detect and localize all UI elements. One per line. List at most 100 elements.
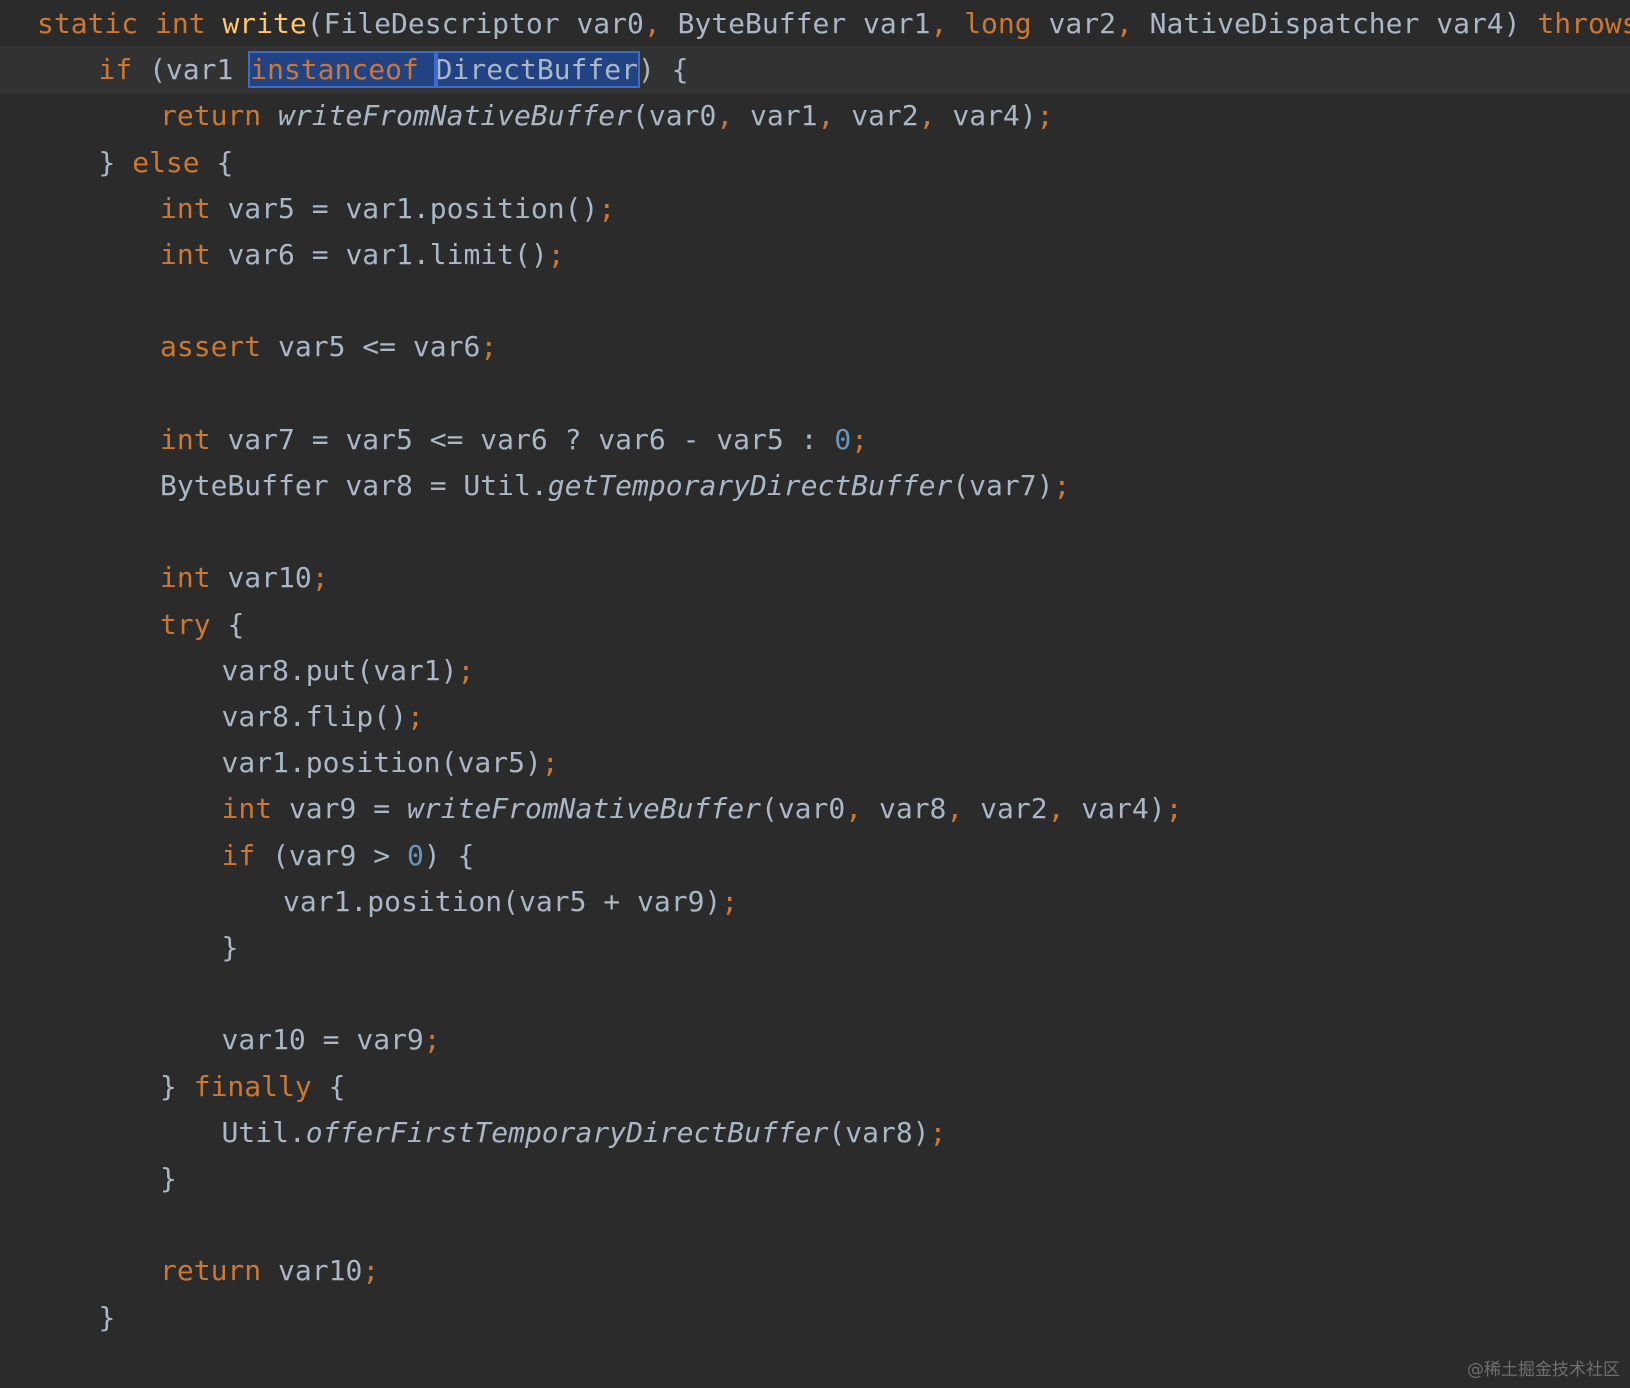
code-token: var7 = var5 <= var6 ? var6 - var5 : [227,422,835,456]
code-token: ; [541,746,559,780]
code-line[interactable]: if (var1 instanceof DirectBuffer) { [0,46,1630,95]
code-token: , [946,792,981,826]
code-line[interactable]: } [0,1155,1630,1203]
code-token: { [227,607,245,641]
code-token: assert [160,330,279,364]
code-token: } [98,1300,116,1334]
code-token: var1.position(var5 + var9) [283,884,722,918]
code-line[interactable] [0,970,1630,1018]
code-token: var4) [952,99,1037,133]
code-line[interactable]: var1.position(var5 + var9); [0,878,1630,926]
code-token: offerFirstTemporaryDirectBuffer [305,1115,829,1149]
code-token: int [160,561,228,595]
code-token: ; [1036,99,1054,133]
selected-code-token: DirectBuffer [433,51,640,89]
code-token: , [716,99,751,133]
code-token: writeFromNativeBuffer [278,99,633,133]
code-line[interactable]: return writeFromNativeBuffer(var0, var1,… [0,92,1630,140]
code-token: ; [929,1115,947,1149]
code-token: (var7) [952,469,1054,502]
code-token: (var0 [760,792,846,826]
code-line[interactable]: Util.offerFirstTemporaryDirectBuffer(var… [0,1109,1630,1157]
code-line[interactable]: static int write(FileDescriptor var0, By… [0,0,1630,48]
code-line[interactable]: var8.put(var1); [0,647,1630,695]
code-token: ; [1165,792,1183,826]
code-token: var6 = var1.limit() [227,238,548,271]
code-token: ; [547,238,565,271]
code-token: , [918,99,953,133]
code-line[interactable]: } finally { [0,1063,1630,1111]
code-line[interactable]: if (var9 > 0) { [0,832,1630,880]
code-token: int [221,792,289,826]
code-line[interactable]: int var7 = var5 <= var6 ? var6 - var5 : … [0,416,1630,464]
code-line[interactable]: var8.flip(); [0,693,1630,741]
code-token: } [98,145,133,179]
code-token: ; [362,1254,380,1288]
code-line[interactable]: assert var5 <= var6; [0,323,1630,371]
code-token: var8 [878,792,947,826]
code-token: var8.put(var1) [221,653,458,687]
code-token: var5 <= var6 [278,330,481,364]
code-token: (var9 > [272,838,407,872]
code-token: (var8) [828,1115,930,1149]
code-token: , [1047,792,1082,826]
code-token: int [160,422,228,456]
code-line[interactable] [0,370,1630,418]
code-line[interactable]: try { [0,601,1630,649]
code-token: ; [1053,469,1071,502]
code-token: var5 = var1.position() [227,191,599,225]
watermark: @稀土掘金技术社区 [1467,1360,1620,1380]
code-token: return [160,99,279,133]
code-line[interactable]: } [0,1294,1630,1342]
code-token: var1 [750,99,818,133]
code-token: ) { [423,838,475,872]
code-line[interactable]: ByteBuffer var8 = Util.getTemporaryDirec… [0,462,1630,510]
code-token: 0 [406,838,424,872]
code-token: writeFromNativeBuffer [406,792,761,826]
code-token: ; [423,1023,441,1057]
code-token: Util. [221,1115,306,1149]
code-token: var2 [1048,7,1116,40]
code-token: long [964,7,1049,40]
code-token: var10 = var9 [221,1023,424,1057]
code-token: var9 = [288,792,407,826]
code-token: ByteBuffer var1 [677,7,931,40]
code-token: (var1 [149,53,251,87]
code-line[interactable] [0,1201,1630,1249]
code-token: ; [851,422,869,456]
code-token: if [98,53,150,87]
code-token: else [132,145,217,179]
code-token: var10 [278,1254,363,1288]
code-editor[interactable]: static int write(FileDescriptor var0, By… [0,0,1630,1388]
code-token: , [817,99,852,133]
code-token: var2 [851,99,919,133]
code-line[interactable]: var10 = var9; [0,1016,1630,1064]
code-token: , [643,7,678,40]
code-line[interactable]: int var10; [0,554,1630,602]
code-line[interactable]: int var5 = var1.position(); [0,185,1630,233]
code-line[interactable]: int var6 = var1.limit(); [0,231,1630,279]
code-token: , [930,7,965,40]
code-token: throws [1537,7,1630,40]
code-token: (var0 [632,99,717,133]
code-token: (FileDescriptor var0 [306,7,644,40]
code-line[interactable]: } else { [0,139,1630,187]
code-token: return [160,1254,279,1288]
code-line[interactable] [0,277,1630,325]
code-token: var8.flip() [221,700,407,733]
code-line[interactable]: return var10; [0,1247,1630,1295]
code-token: , [845,792,879,826]
code-line[interactable]: var1.position(var5); [0,739,1630,787]
code-line[interactable]: int var9 = writeFromNativeBuffer(var0, v… [0,785,1630,833]
code-line[interactable]: } [0,924,1630,972]
code-line[interactable] [0,508,1630,556]
code-token: ; [311,561,329,595]
code-token: ; [480,330,498,364]
code-token: { [328,1069,346,1103]
code-token: int [160,238,228,271]
code-token: getTemporaryDirectBuffer [547,469,953,502]
code-token: ; [721,884,739,918]
code-token: var10 [227,561,312,595]
code-token: } [160,1069,194,1103]
code-token: { [216,145,234,179]
